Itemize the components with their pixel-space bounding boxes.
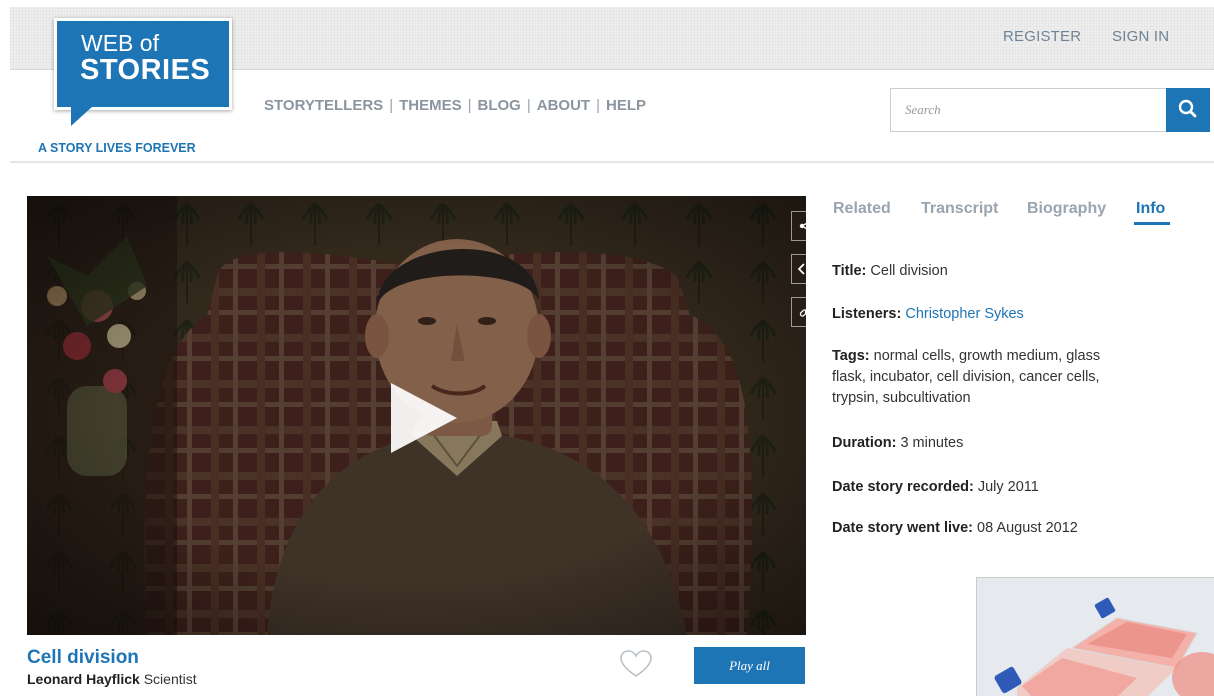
tab-biography[interactable]: Biography	[1027, 200, 1106, 218]
info-live-label: Date story went live:	[832, 520, 974, 536]
info-live-value: 08 August 2012	[977, 520, 1078, 536]
play-button[interactable]	[388, 383, 460, 453]
search-icon	[1178, 99, 1197, 118]
info-tags-row: Tags: normal cells, growth medium, glass…	[832, 346, 1182, 409]
sign-in-link[interactable]: SIGN IN	[1112, 28, 1169, 45]
info-recorded-label: Date story recorded:	[832, 479, 974, 495]
search-input[interactable]	[890, 88, 1166, 132]
tags-line-2: flask, incubator, cell division, cancer …	[832, 369, 1100, 385]
tab-related[interactable]: Related	[833, 200, 891, 218]
info-listeners-row: Listeners: Christopher Sykes	[832, 304, 1182, 325]
info-listeners-label: Listeners:	[832, 306, 902, 322]
tags-text-1: normal cells, growth medium, glass	[873, 348, 1101, 364]
active-tab-indicator	[1134, 222, 1170, 225]
video-title[interactable]: Cell division	[27, 647, 139, 669]
tab-transcript[interactable]: Transcript	[921, 200, 998, 218]
logo-tail	[71, 106, 93, 126]
tags-line-1: Tags: normal cells, growth medium, glass	[832, 346, 1182, 367]
info-duration-value: 3 minutes	[900, 435, 964, 451]
nav-separator: |	[389, 97, 394, 114]
tagline: A STORY LIVES FOREVER	[38, 141, 196, 155]
info-duration-row: Duration: 3 minutes	[832, 433, 1182, 454]
nav-separator: |	[526, 97, 531, 114]
embed-button[interactable]	[791, 254, 806, 284]
search-button[interactable]	[1166, 88, 1210, 132]
register-link[interactable]: REGISTER	[1003, 28, 1081, 45]
speaker-name[interactable]: Leonard Hayflick	[27, 671, 140, 687]
nav-separator: |	[467, 97, 472, 114]
favorite-button[interactable]	[620, 650, 652, 678]
speaker-line: Leonard Hayflick Scientist	[27, 671, 197, 687]
share-icon	[799, 222, 806, 230]
info-live-row: Date story went live: 08 August 2012	[832, 518, 1182, 539]
info-duration-label: Duration:	[832, 435, 897, 451]
info-title-row: Title: Cell division	[832, 261, 1182, 282]
link-icon	[799, 307, 806, 317]
info-tags-label: Tags:	[832, 348, 870, 364]
nav-themes[interactable]: THEMES	[399, 97, 462, 114]
cell-culture-flasks-image	[977, 578, 1214, 696]
header-divider	[10, 161, 1214, 163]
info-title-value: Cell division	[870, 263, 948, 279]
related-thumbnail[interactable]	[976, 577, 1214, 696]
heart-icon	[620, 650, 652, 677]
main-nav: STORYTELLERS | THEMES | BLOG | ABOUT | HELP	[264, 97, 646, 114]
play-icon	[391, 383, 457, 453]
site-logo[interactable]: WEB of STORIES	[54, 18, 236, 130]
nav-help[interactable]: HELP	[606, 97, 646, 114]
tab-info[interactable]: Info	[1136, 200, 1165, 218]
play-all-button[interactable]: Play all	[694, 647, 805, 684]
logo-line1: WEB of	[81, 30, 159, 56]
info-title-label: Title:	[832, 263, 867, 279]
listener-link[interactable]: Christopher Sykes	[905, 306, 1023, 322]
info-recorded-value: July 2011	[977, 479, 1039, 495]
logo-line2: STORIES	[80, 54, 211, 86]
info-recorded-row: Date story recorded: July 2011	[832, 477, 1182, 498]
speaker-role: Scientist	[143, 671, 197, 687]
nav-about[interactable]: ABOUT	[537, 97, 590, 114]
share-button[interactable]	[791, 211, 806, 241]
embed-icon	[798, 263, 805, 275]
nav-separator: |	[596, 97, 600, 114]
tags-line-3: trypsin, subcultivation	[832, 390, 971, 406]
nav-storytellers[interactable]: STORYTELLERS	[264, 97, 383, 114]
copy-link-button[interactable]	[791, 297, 806, 327]
nav-blog[interactable]: BLOG	[478, 97, 521, 114]
